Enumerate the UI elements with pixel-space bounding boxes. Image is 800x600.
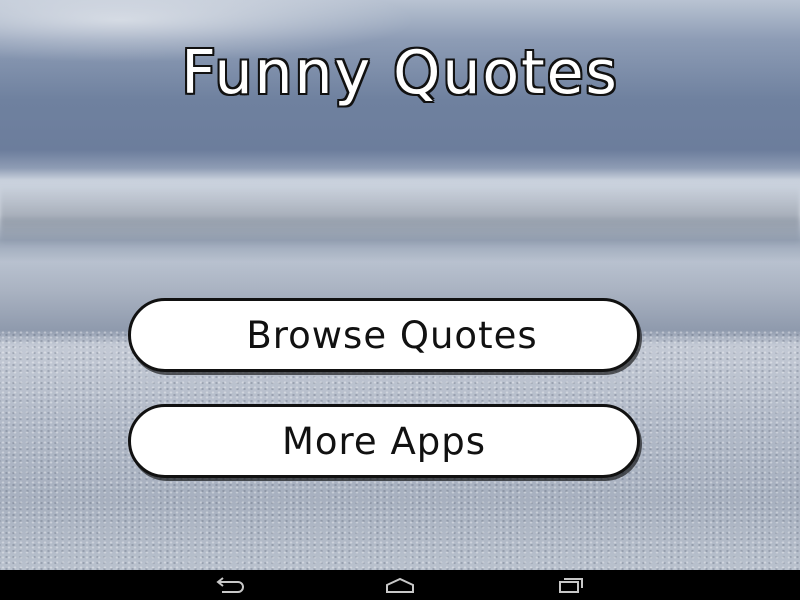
more-apps-label: More Apps (281, 419, 487, 463)
system-navigation-bar (0, 570, 800, 600)
back-icon (216, 577, 244, 593)
app-title: Funny Quotes (181, 38, 619, 108)
back-button[interactable] (200, 570, 260, 600)
more-apps-button[interactable]: More Apps (128, 404, 640, 478)
recents-button[interactable] (540, 570, 600, 600)
home-icon (386, 577, 414, 593)
app-screen: Funny Quotes Browse Quotes More Apps (0, 0, 800, 600)
browse-quotes-label: Browse Quotes (246, 313, 538, 357)
recents-icon (559, 578, 583, 593)
browse-quotes-button[interactable]: Browse Quotes (128, 298, 640, 372)
background-shoreline (0, 186, 800, 244)
home-button[interactable] (370, 570, 430, 600)
